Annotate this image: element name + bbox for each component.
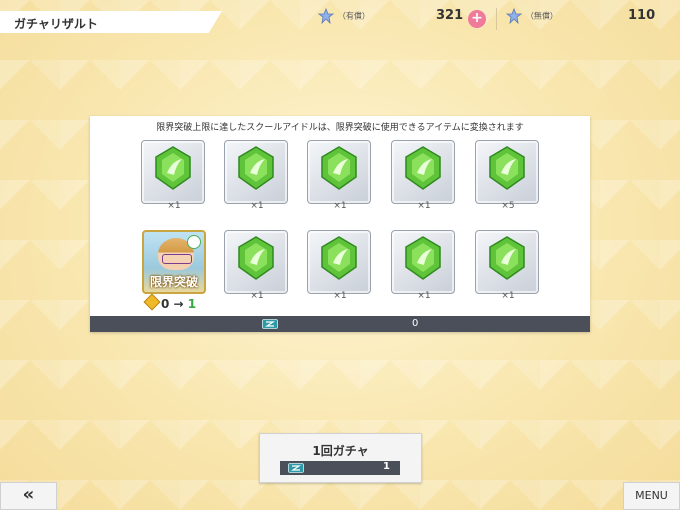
header-divider [496, 8, 497, 30]
gacha-cost-bar: 1 [280, 461, 400, 475]
free-count: 110 [628, 8, 656, 23]
limit-break-progress: 0 → 1 [143, 293, 197, 311]
ticket-icon [262, 319, 278, 329]
item-quantity: ×1 [250, 291, 264, 301]
green-crystal-icon [238, 146, 274, 190]
green-crystal-icon [321, 236, 357, 280]
diamond-icon [143, 293, 161, 311]
single-gacha-button[interactable]: 1回ガチャ 1 [259, 433, 422, 483]
item-quantity: ×1 [501, 291, 515, 301]
item-quantity: ×1 [417, 291, 431, 301]
back-button[interactable]: « [0, 482, 57, 510]
currency-bar: 0 [90, 316, 590, 332]
green-crystal-item[interactable]: ×1 [391, 230, 455, 301]
paid-count: 321 [436, 8, 464, 23]
item-quantity: ×1 [333, 291, 347, 301]
paid-currency: （有償） [318, 8, 370, 30]
glasses-decoration [162, 254, 192, 264]
green-crystal-item[interactable]: ×1 [475, 230, 539, 301]
green-crystal-item[interactable]: ×1 [307, 140, 371, 211]
single-gacha-label: 1回ガチャ [312, 444, 369, 458]
star-gem-icon [318, 8, 334, 24]
green-crystal-item[interactable]: ×1 [224, 230, 288, 301]
item-quantity: ×1 [417, 201, 431, 211]
limit-break-to: 1 [187, 297, 197, 311]
green-crystal-icon [405, 236, 441, 280]
item-quantity: ×1 [167, 201, 181, 211]
green-crystal-item[interactable]: ×1 [224, 140, 288, 211]
screen-title: ガチャリザルト [14, 17, 98, 31]
limit-break-label: 限界突破 [149, 275, 198, 289]
add-currency-button[interactable]: + [468, 10, 486, 28]
menu-label: MENU [635, 489, 668, 502]
attribute-badge-icon [187, 235, 201, 249]
item-quantity: ×1 [333, 201, 347, 211]
menu-button[interactable]: MENU [623, 482, 680, 510]
free-label: （無償） [525, 11, 558, 21]
green-crystal-icon [489, 146, 525, 190]
limit-break-from: 0 [161, 297, 170, 311]
idol-card[interactable]: 限界突破 [142, 230, 206, 294]
green-crystal-item[interactable]: ×1 [391, 140, 455, 211]
currency-value: 0 [412, 318, 419, 329]
green-crystal-icon [405, 146, 441, 190]
green-crystal-icon [238, 236, 274, 280]
ticket-icon [288, 463, 304, 473]
free-currency: （無償） [506, 8, 558, 30]
green-crystal-icon [489, 236, 525, 280]
conversion-notice: 限界突破上限に達したスクールアイドルは、限界突破に使用できるアイテムに変換されま… [156, 123, 524, 133]
green-crystal-icon [155, 146, 191, 190]
limit-break-arrow: → [173, 297, 184, 311]
screen-title-tag: ガチャリザルト [0, 11, 222, 33]
green-crystal-item[interactable]: ×1 [141, 140, 205, 211]
free-count-box: 110 [628, 8, 655, 30]
double-chevron-left-icon: « [22, 484, 35, 505]
paid-count-box: 321 [436, 8, 463, 30]
green-crystal-item[interactable]: ×5 [475, 140, 539, 211]
item-quantity: ×5 [501, 201, 515, 211]
paid-label: （有償） [337, 11, 370, 21]
item-quantity: ×1 [250, 201, 264, 211]
gacha-cost: 1 [383, 461, 390, 472]
star-gem-icon [506, 8, 522, 24]
green-crystal-item[interactable]: ×1 [307, 230, 371, 301]
green-crystal-icon [321, 146, 357, 190]
